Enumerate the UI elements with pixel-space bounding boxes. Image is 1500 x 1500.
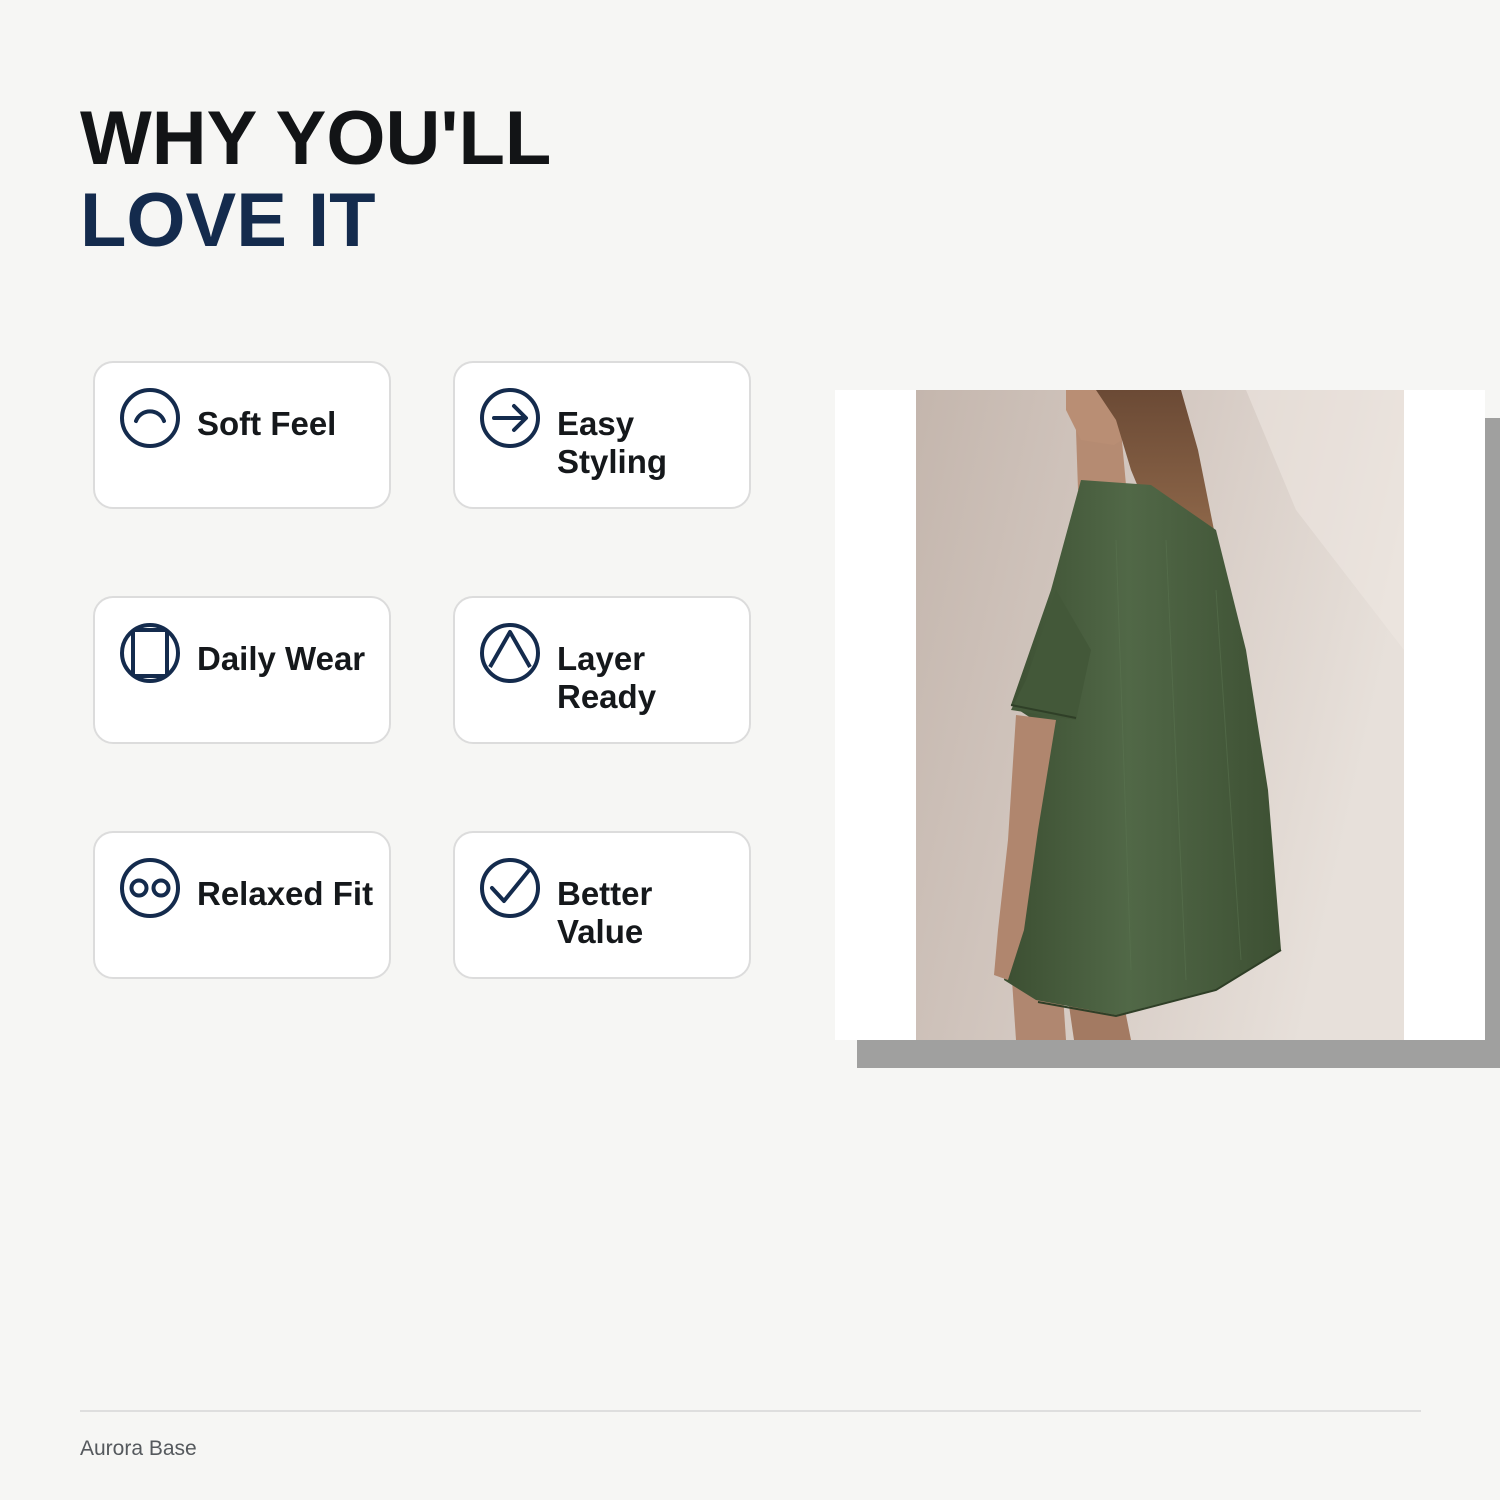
brand-name: Aurora Base [80, 1437, 197, 1460]
product-photo-frame [835, 390, 1485, 1040]
checkmark-circle-icon [480, 858, 540, 918]
feature-label: Daily Wear [197, 640, 366, 677]
headline-line-2: LOVE IT [80, 178, 376, 263]
product-photo [916, 390, 1404, 1040]
smile-arc-icon [120, 388, 180, 448]
headline: WHY YOU'LL LOVE IT [80, 98, 551, 262]
feature-card-daily-wear: Daily Wear [93, 596, 391, 744]
feature-label: Relaxed Fit [197, 875, 374, 912]
feature-label: Soft Feel [197, 405, 337, 442]
feature-card-layer-ready: Layer Ready [453, 596, 751, 744]
square-circle-icon [120, 623, 180, 683]
feature-card-relaxed-fit: Relaxed Fit [93, 831, 391, 979]
arrow-right-circle-icon [480, 388, 540, 448]
double-ring-icon [120, 858, 180, 918]
triangle-circle-icon [480, 623, 540, 683]
feature-label: Layer Ready [557, 640, 657, 715]
feature-card-easy-styling: Easy Styling [453, 361, 751, 509]
footer-divider [80, 1410, 1421, 1412]
feature-label: Easy Styling [557, 405, 668, 480]
headline-line-1: WHY YOU'LL [80, 96, 552, 181]
feature-card-soft-feel: Soft Feel [93, 361, 391, 509]
feature-card-better-value: Better Value [453, 831, 751, 979]
model-in-green-tee-illustration [916, 390, 1404, 1040]
feature-label: Better Value [557, 875, 653, 950]
